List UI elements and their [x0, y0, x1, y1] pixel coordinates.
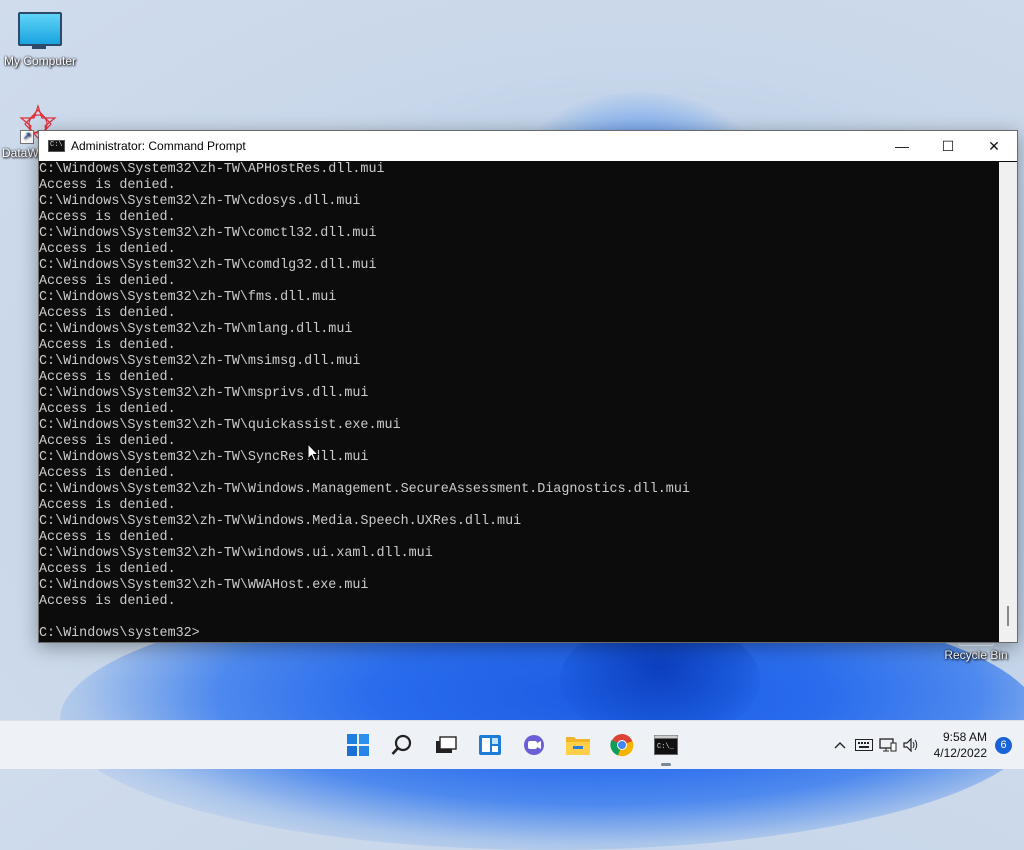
- console-line: Access is denied.: [39, 498, 176, 513]
- console-line: Access is denied.: [39, 402, 176, 417]
- desktop-icon-my-computer[interactable]: My Computer: [0, 12, 80, 68]
- console-line: Access is denied.: [39, 274, 176, 289]
- minimize-icon: —: [895, 138, 909, 154]
- command-prompt-icon: C:\_: [654, 735, 678, 755]
- start-icon: [347, 734, 369, 756]
- volume-button[interactable]: [900, 721, 924, 769]
- network-button[interactable]: [876, 721, 900, 769]
- console-line: Access is denied.: [39, 370, 176, 385]
- console-line: C:\Windows\System32\zh-TW\windows.ui.xam…: [39, 546, 433, 561]
- task-view-button[interactable]: [424, 721, 468, 769]
- maximize-icon: ☐: [941, 137, 955, 154]
- desktop-icon-label: Recycle Bin: [944, 648, 1008, 662]
- console-line: C:\Windows\System32\zh-TW\Windows.Manage…: [39, 482, 690, 497]
- console-line: Access is denied.: [39, 210, 176, 225]
- chrome-icon: [610, 734, 634, 757]
- window-titlebar[interactable]: C:\ Administrator: Command Prompt — ☐ ✕: [39, 131, 1017, 161]
- console-line: C:\Windows\System32\zh-TW\fms.dll.mui: [39, 290, 337, 305]
- window-title: Administrator: Command Prompt: [71, 139, 246, 153]
- close-button[interactable]: ✕: [971, 131, 1017, 161]
- computer-icon: [18, 12, 62, 49]
- maximize-button[interactable]: ☐: [925, 131, 971, 161]
- file-explorer-icon: [566, 737, 590, 755]
- console-line: C:\Windows\System32\zh-TW\SyncRes.dll.mu…: [39, 450, 369, 465]
- chat-icon: [524, 735, 544, 755]
- volume-icon: [903, 738, 917, 752]
- console-line: Access is denied.: [39, 562, 176, 577]
- console-line: Access is denied.: [39, 338, 176, 353]
- console-line: Access is denied.: [39, 530, 176, 545]
- console-line: Access is denied.: [39, 242, 176, 257]
- command-prompt-taskbar-button[interactable]: C:\_: [644, 721, 688, 769]
- command-prompt-window[interactable]: C:\ Administrator: Command Prompt — ☐ ✕ …: [38, 130, 1018, 643]
- clock-date: 4/12/2022: [933, 746, 987, 760]
- console-line: C:\Windows\System32\zh-TW\msprivs.dll.mu…: [39, 386, 369, 401]
- console-output[interactable]: C:\Windows\System32\zh-TW\APHostRes.dll.…: [39, 162, 999, 642]
- chevron-up-icon: [834, 742, 846, 749]
- console-line: C:\Windows\System32\zh-TW\mlang.dll.mui: [39, 322, 353, 337]
- console-line: C:\Windows\System32\zh-TW\cdosys.dll.mui: [39, 194, 361, 209]
- chat-button[interactable]: [512, 721, 556, 769]
- file-explorer-button[interactable]: [556, 721, 600, 769]
- keyboard-button[interactable]: [852, 721, 876, 769]
- system-tray: 9:58 AM 4/12/2022 6: [828, 721, 1024, 769]
- console-line: Access is denied.: [39, 178, 176, 193]
- console-line: C:\Windows\System32\zh-TW\comdlg32.dll.m…: [39, 258, 377, 273]
- minimize-button[interactable]: —: [879, 131, 925, 161]
- console-line: C:\Windows\System32\zh-TW\WWAHost.exe.mu…: [39, 578, 369, 593]
- desktop-icon-label: My Computer: [3, 54, 77, 68]
- chrome-button[interactable]: [600, 721, 644, 769]
- console-line: Access is denied.: [39, 594, 176, 609]
- start-button[interactable]: [336, 721, 380, 769]
- notification-badge[interactable]: 6: [995, 736, 1012, 754]
- widgets-button[interactable]: [468, 721, 512, 769]
- clock-time: 9:58 AM: [942, 730, 987, 744]
- console-line: C:\Windows\System32\zh-TW\quickassist.ex…: [39, 418, 401, 433]
- console-line: C:\Windows\System32\zh-TW\comctl32.dll.m…: [39, 226, 377, 241]
- console-line: C:\Windows\System32\zh-TW\APHostRes.dll.…: [39, 162, 385, 177]
- console-line: C:\Windows\System32\zh-TW\Windows.Media.…: [39, 514, 522, 529]
- show-hidden-icons-button[interactable]: [828, 721, 852, 769]
- clock[interactable]: 9:58 AM 4/12/2022: [934, 729, 987, 761]
- console-prompt: C:\Windows\system32>: [39, 626, 200, 641]
- console-line: Access is denied.: [39, 466, 176, 481]
- widgets-icon: [479, 735, 501, 755]
- keyboard-icon: [854, 739, 873, 751]
- svg-text:C:\_: C:\_: [657, 743, 675, 751]
- scrollbar-thumb[interactable]: [1007, 606, 1009, 626]
- taskbar: C:\_ 9:58 AM 4/12/2022 6: [0, 720, 1024, 769]
- search-icon: [391, 734, 412, 755]
- close-icon: ✕: [988, 137, 1000, 154]
- search-button[interactable]: [380, 721, 424, 769]
- network-icon: [878, 738, 897, 752]
- shortcut-arrow-icon: ↗: [20, 130, 34, 144]
- task-view-icon: [436, 736, 457, 753]
- command-prompt-icon: C:\: [48, 140, 65, 152]
- console-line: Access is denied.: [39, 434, 176, 449]
- console-scrollbar[interactable]: [999, 162, 1017, 642]
- console-line: C:\Windows\System32\zh-TW\msimsg.dll.mui: [39, 354, 361, 369]
- taskbar-apps: C:\_: [336, 721, 688, 769]
- console-line: Access is denied.: [39, 306, 176, 321]
